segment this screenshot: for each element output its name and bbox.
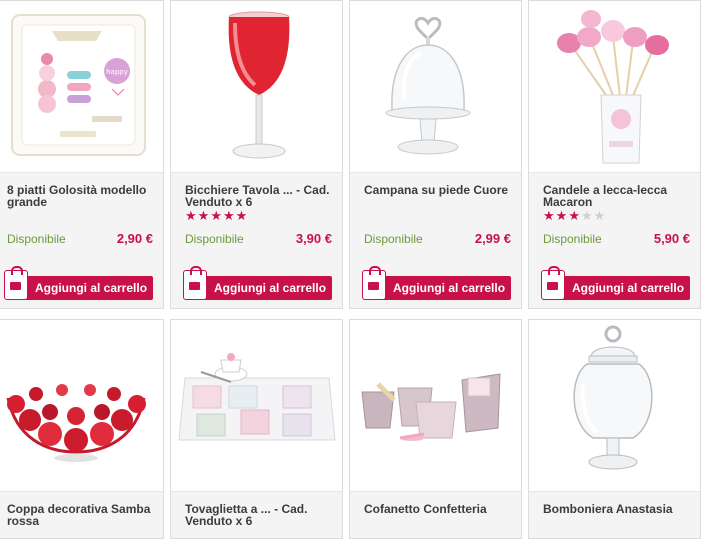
- shopping-bag-icon: [4, 266, 28, 300]
- shopping-bag-icon: [362, 266, 386, 300]
- star-empty-icon: ★: [593, 208, 607, 223]
- product-info: Cofanetto Confetteria: [350, 491, 521, 538]
- availability-label: Disponibile: [7, 232, 66, 246]
- product-image[interactable]: [171, 1, 342, 172]
- product-info: Bicchiere Tavola ... - Cad. Venduto x 6 …: [171, 172, 342, 308]
- star-filled-icon: ★: [222, 208, 236, 223]
- product-title[interactable]: Candele a lecca-lecca Macaron: [543, 184, 700, 208]
- product-title[interactable]: Bicchiere Tavola ... - Cad. Venduto x 6: [185, 184, 342, 208]
- product-image[interactable]: [0, 320, 163, 491]
- add-to-cart-label: Aggiungi al carrello: [35, 281, 148, 295]
- star-filled-icon: ★: [543, 208, 556, 223]
- product-title[interactable]: Campana su piede Cuore: [364, 184, 521, 196]
- product-image[interactable]: happy: [0, 1, 163, 172]
- shopping-bag-icon: [541, 266, 565, 300]
- shopping-bag-icon: [183, 266, 207, 300]
- product-title[interactable]: Coppa decorativa Samba rossa: [7, 503, 163, 527]
- product-info: Candele a lecca-lecca Macaron ★★★★★ Disp…: [529, 172, 700, 308]
- add-to-cart-button[interactable]: Aggiungi al carrello: [541, 266, 690, 300]
- product-card[interactable]: Coppa decorativa Samba rossa: [0, 319, 164, 539]
- product-info: Campana su piede Cuore Disponibile 2,99 …: [350, 172, 521, 308]
- availability-label: Disponibile: [185, 232, 244, 246]
- product-card[interactable]: happy 8 piatti Golosità modello grande D…: [0, 0, 164, 309]
- product-price: 3,90 €: [295, 231, 332, 246]
- add-to-cart-label: Aggiungi al carrello: [393, 281, 506, 295]
- product-title[interactable]: Cofanetto Confetteria: [364, 503, 521, 515]
- star-filled-icon: ★: [555, 208, 569, 223]
- product-info: Coppa decorativa Samba rossa: [0, 491, 163, 538]
- add-to-cart-button[interactable]: Aggiungi al carrello: [183, 266, 332, 300]
- add-to-cart-label: Aggiungi al carrello: [572, 281, 685, 295]
- product-image[interactable]: [529, 1, 700, 172]
- star-filled-icon: ★: [197, 208, 211, 223]
- star-filled-icon: ★: [210, 208, 223, 223]
- product-image[interactable]: [350, 320, 521, 491]
- rating-stars: ★★★★★: [543, 209, 606, 222]
- product-title[interactable]: Bomboniera Anastasia: [543, 503, 700, 515]
- add-to-cart-button[interactable]: Aggiungi al carrello: [362, 266, 511, 300]
- product-info: 8 piatti Golosità modello grande Disponi…: [0, 172, 163, 308]
- product-card[interactable]: Candele a lecca-lecca Macaron ★★★★★ Disp…: [528, 0, 701, 309]
- product-grid: happy 8 piatti Golosità modello grande D…: [0, 0, 701, 539]
- product-info: Bomboniera Anastasia: [529, 491, 700, 538]
- product-title[interactable]: Tovaglietta a ... - Cad. Venduto x 6: [185, 503, 342, 527]
- availability-label: Disponibile: [364, 232, 423, 246]
- product-price: 2,99 €: [474, 231, 511, 246]
- star-filled-icon: ★: [235, 208, 249, 223]
- product-price: 5,90 €: [653, 231, 690, 246]
- star-empty-icon: ★: [580, 208, 594, 223]
- product-image[interactable]: [529, 320, 700, 491]
- star-filled-icon: ★: [568, 208, 581, 223]
- product-card[interactable]: Bomboniera Anastasia: [528, 319, 701, 539]
- product-info: Tovaglietta a ... - Cad. Venduto x 6: [171, 491, 342, 538]
- product-image[interactable]: [350, 1, 521, 172]
- product-title[interactable]: 8 piatti Golosità modello grande: [7, 184, 163, 208]
- add-to-cart-button[interactable]: Aggiungi al carrello: [4, 266, 153, 300]
- product-image[interactable]: [171, 320, 342, 491]
- add-to-cart-label: Aggiungi al carrello: [214, 281, 327, 295]
- product-card[interactable]: Tovaglietta a ... - Cad. Venduto x 6: [170, 319, 343, 539]
- rating-stars: ★★★★★: [185, 209, 248, 222]
- availability-label: Disponibile: [543, 232, 602, 246]
- product-card[interactable]: Bicchiere Tavola ... - Cad. Venduto x 6 …: [170, 0, 343, 309]
- svg-text:happy: happy: [106, 68, 128, 76]
- product-card[interactable]: Campana su piede Cuore Disponibile 2,99 …: [349, 0, 522, 309]
- star-filled-icon: ★: [185, 208, 198, 223]
- product-price: 2,90 €: [116, 231, 153, 246]
- product-card[interactable]: Cofanetto Confetteria: [349, 319, 522, 539]
